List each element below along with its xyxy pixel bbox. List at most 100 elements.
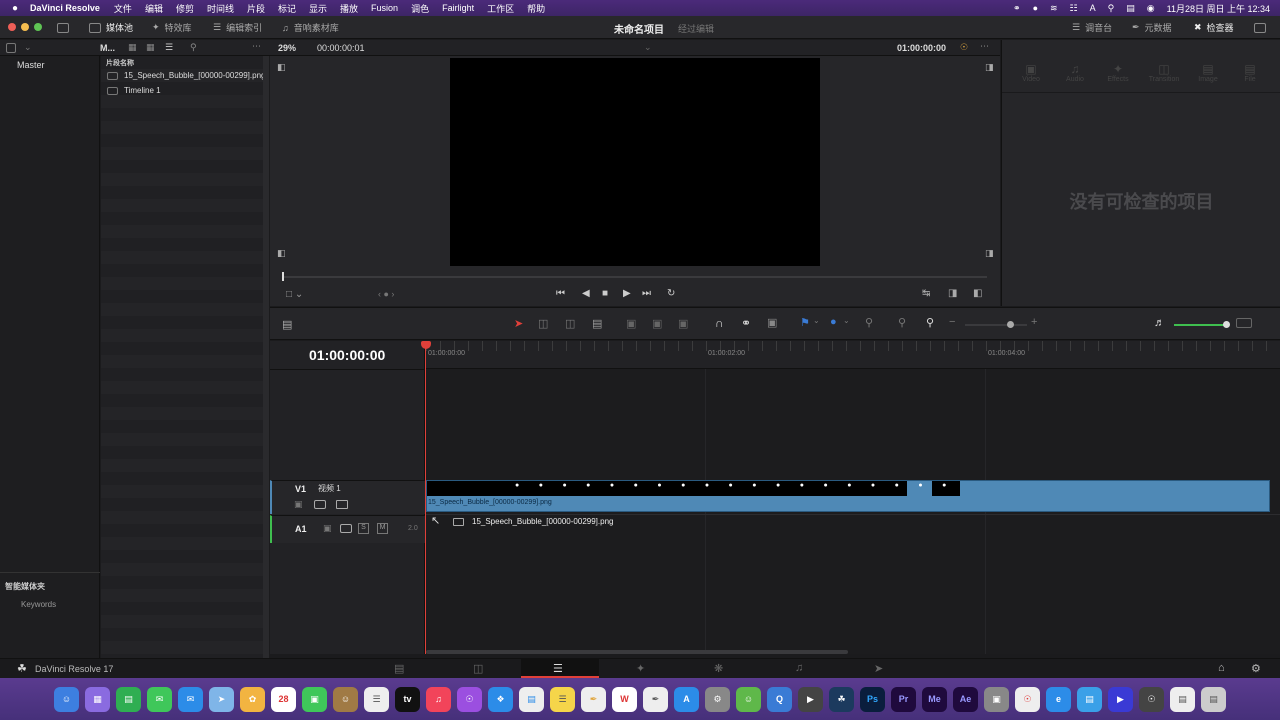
menu-fusion[interactable]: Fusion (371, 3, 398, 13)
window-minimize-button[interactable] (21, 23, 29, 31)
snapping-icon[interactable]: ∩ (715, 316, 724, 330)
go-to-end-icon[interactable]: ⏭ (642, 288, 651, 299)
record-icon[interactable]: ● (1033, 3, 1038, 13)
timeline-scrollbar[interactable] (426, 650, 848, 654)
deliver-page-icon[interactable]: ➤ (874, 662, 883, 675)
tab-image[interactable]: ▤ Image (1195, 62, 1221, 83)
position-lock-icon[interactable]: ▣ (767, 316, 777, 329)
pages-icon[interactable]: ✒ (581, 686, 606, 712)
list-item[interactable]: 15_Speech_Bubble_[00000-00299].png (107, 71, 265, 80)
reminders-icon[interactable]: ☰ (364, 686, 389, 712)
tab-video[interactable]: ▣ Video (1020, 62, 1042, 83)
notes-icon[interactable]: ☰ (550, 686, 575, 712)
effects-library-button[interactable]: ✦ 特效库 (152, 20, 192, 35)
viewer-crop-icon[interactable]: □ ⌄ (286, 289, 303, 300)
menu-trim[interactable]: 修剪 (176, 2, 194, 15)
timeline-zoom-slider[interactable] (965, 324, 1027, 326)
maps-icon[interactable]: ➤ (209, 686, 234, 712)
timeline-timecode[interactable]: 01:00:00:00 (309, 347, 385, 363)
audio-track-header[interactable]: A1 ▣ S M 2.0 (270, 515, 425, 543)
dynamic-trim-icon[interactable]: ◫ (565, 317, 575, 330)
play-icon[interactable]: ▶ (623, 288, 631, 299)
more-options-icon[interactable]: ⋯ (252, 41, 261, 52)
go-to-start-icon[interactable]: ⏮ (556, 288, 565, 299)
apple-menu-icon[interactable]: ● (12, 3, 18, 14)
mark-out-icon[interactable]: ◧ (973, 288, 982, 299)
home-icon[interactable]: ⌂ (1218, 662, 1225, 674)
mixer-button[interactable]: ☰ 调音台 (1072, 20, 1112, 35)
timeline-playhead[interactable] (425, 341, 426, 654)
search-icon[interactable]: ⚲ (190, 42, 197, 53)
dim-icon[interactable] (1236, 318, 1252, 328)
launchpad-icon[interactable]: ▦ (85, 686, 110, 712)
wps-icon[interactable]: W (612, 686, 637, 712)
playhead-sync-icon[interactable]: ☉ (960, 42, 968, 53)
app-store-icon[interactable]: A (674, 686, 699, 712)
calendar-icon[interactable]: 28 (271, 686, 296, 712)
apple-tv-icon[interactable]: tv (395, 686, 420, 712)
photoshop-icon[interactable]: Ps (860, 686, 885, 712)
final-cut-icon[interactable]: ▶ (798, 686, 823, 712)
control-center-icon[interactable]: ▤ (1126, 3, 1135, 14)
track-name[interactable]: 视频 1 (318, 483, 341, 494)
cut-page-icon[interactable]: ◫ (473, 662, 483, 675)
blade-tool-icon[interactable]: ▤ (592, 317, 602, 330)
volume-slider[interactable] (1174, 324, 1226, 326)
menu-mark[interactable]: 标记 (278, 2, 296, 15)
music-icon[interactable]: ♫ (426, 686, 451, 712)
insert-clip-icon[interactable]: ▣ (626, 317, 636, 330)
safari-icon[interactable]: ❖ (488, 686, 513, 712)
trash-icon[interactable]: ▤ (1201, 686, 1226, 712)
auto-select-icon[interactable] (340, 524, 352, 533)
flag-dropdown-icon[interactable]: ⌄ (813, 316, 820, 325)
auto-select-icon[interactable] (314, 500, 326, 509)
prev-edit-icon[interactable]: ◧ (277, 62, 286, 73)
timeline-ruler[interactable]: 01:00:00:00 01:00:02:00 01:00:04:00 (426, 341, 1280, 369)
volume-icon[interactable]: ♬ (1154, 317, 1165, 329)
list-scrollbar[interactable] (263, 56, 269, 658)
duolingo-icon[interactable]: ☺ (736, 686, 761, 712)
menu-edit[interactable]: 编辑 (145, 2, 163, 15)
volume-handle[interactable] (1223, 321, 1230, 328)
mute-button[interactable]: M (377, 523, 388, 534)
menu-clip[interactable]: 片段 (247, 2, 265, 15)
viewer-dropdown-icon[interactable]: ⌄ (644, 42, 652, 53)
trim-tool-icon[interactable]: ◫ (538, 317, 548, 330)
system-preferences-icon[interactable]: ⚙ (705, 686, 730, 712)
video-track-header[interactable]: V1 视频 1 ▣ (270, 480, 425, 514)
workspace-layout-button[interactable] (57, 20, 69, 35)
messages-icon[interactable]: ✉ (147, 686, 172, 712)
menu-workspace[interactable]: 工作区 (487, 2, 514, 15)
track-visibility-icon[interactable] (336, 500, 348, 509)
facetime-icon[interactable]: ▣ (302, 686, 327, 712)
zoom-in-icon[interactable]: + (1031, 316, 1037, 328)
list-view-icon[interactable]: ☰ (165, 42, 173, 53)
play-reverse-icon[interactable]: ◀ (582, 288, 590, 299)
tab-audio[interactable]: ♫ Audio (1064, 62, 1086, 83)
jog-control-icon[interactable]: ‹ ● › (378, 289, 394, 299)
premiere-icon[interactable]: Pr (891, 686, 916, 712)
menubar-clock[interactable]: 11月28日 周日 上午 12:34 (1167, 2, 1270, 15)
list-item[interactable]: Timeline 1 (107, 86, 161, 95)
airdrop-icon[interactable]: ▤ (1077, 686, 1102, 712)
stop-icon[interactable]: ■ (602, 288, 608, 299)
solo-button[interactable]: S (358, 523, 369, 534)
menu-playback[interactable]: 播放 (340, 2, 358, 15)
audio-clip[interactable]: 15_Speech_Bubble_[00000-00299].png (453, 517, 613, 526)
after-effects-icon[interactable]: Ae (953, 686, 978, 712)
fairlight-page-icon[interactable]: ♫ (795, 662, 803, 674)
creative-cloud-icon[interactable]: ⚭ (1013, 3, 1021, 14)
viewer-screen[interactable] (450, 58, 820, 266)
textedit-icon[interactable]: ✒ (643, 686, 668, 712)
window-zoom-button[interactable] (34, 23, 42, 31)
master-bin[interactable]: Master (17, 60, 45, 70)
sidebar-toggle-icon[interactable] (6, 43, 16, 55)
keynote-icon[interactable]: ▤ (519, 686, 544, 712)
siri-icon[interactable]: ◉ (1147, 3, 1155, 14)
media-page-icon[interactable]: ▤ (394, 662, 404, 675)
out-point-icon[interactable]: ◨ (985, 248, 994, 259)
tab-file[interactable]: ▤ File (1240, 62, 1260, 83)
edit-index-button[interactable]: ☰ 编辑索引 (213, 20, 262, 35)
viewer-zoom-level[interactable]: 29% (278, 43, 296, 53)
settings-gear-icon[interactable]: ⚙ (1251, 662, 1261, 675)
